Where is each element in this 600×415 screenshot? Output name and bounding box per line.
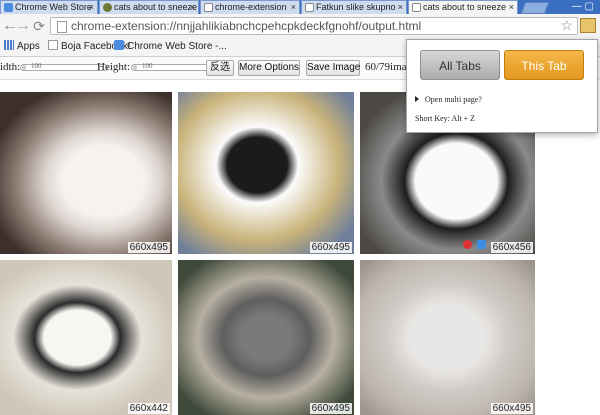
close-icon[interactable]: × — [190, 1, 195, 14]
image-tools — [461, 238, 486, 252]
height-label: Height: — [97, 61, 130, 73]
cat-photo[interactable]: 660x495 — [0, 92, 172, 254]
slider-value: 100 — [142, 62, 153, 70]
reload-icon[interactable]: ⟳ — [31, 17, 47, 35]
star-icon[interactable]: ☆ — [560, 17, 573, 34]
triangle-right-icon — [415, 96, 419, 102]
chrome-store-icon — [114, 40, 124, 50]
url-text[interactable]: chrome-extension://nnjjahlikiabnchcpehcp… — [71, 19, 421, 33]
tab-favicon-icon — [103, 3, 112, 12]
page-icon — [57, 21, 67, 33]
tab-title: Fatkun slike skupno — [316, 2, 396, 12]
forward-arrow-icon[interactable]: → — [15, 17, 31, 35]
tab-chrome-extension[interactable]: chrome-extension × — [200, 0, 300, 14]
browser-toolbar: ← → ⟳ chrome-extension://nnjjahlikiabnch… — [0, 14, 600, 39]
this-tab-button[interactable]: This Tab — [504, 50, 584, 80]
tab-title: chrome-extension — [215, 2, 287, 12]
bookmark-apps[interactable]: Apps — [4, 38, 40, 56]
slider-value: 100 — [31, 62, 42, 70]
width-slider[interactable]: 100 — [20, 62, 108, 71]
image-size-label: 660x495 — [127, 242, 170, 253]
image-size-label: 660x495 — [309, 403, 352, 414]
cat-photo[interactable]: 660x495 — [360, 260, 535, 415]
page-icon — [412, 3, 421, 12]
tab-fatkun[interactable]: Fatkun slike skupno × — [301, 0, 407, 14]
save-image-button[interactable]: Save Image — [306, 60, 360, 76]
address-bar[interactable]: chrome-extension://nnjjahlikiabnchcpehcp… — [50, 17, 578, 35]
cat-photo[interactable]: 660x495 — [178, 92, 354, 254]
open-multi-label: Open multi page? — [425, 95, 482, 104]
fatkun-extension-icon[interactable] — [580, 18, 596, 33]
page-icon — [204, 3, 213, 12]
tab-strip: Chrome Web Store × cats about to sneeze … — [0, 0, 600, 14]
tab-cats-about-to-sneeze-active[interactable]: cats about to sneeze × — [408, 0, 518, 14]
page-icon — [305, 3, 314, 12]
more-options-button[interactable]: More Options — [238, 60, 300, 76]
apps-icon — [4, 40, 14, 50]
invert-selection-button[interactable]: 反选 — [206, 60, 234, 76]
tab-title: Chrome Web Store — [15, 2, 92, 12]
fatkun-popup: All Tabs This Tab Open multi page? Short… — [406, 39, 598, 133]
bookmark-label: Chrome Web Store -... — [127, 41, 227, 52]
short-key-label: Short Key: Alt + Z — [415, 114, 476, 123]
search-image-icon[interactable] — [477, 240, 486, 249]
eye-icon[interactable] — [462, 240, 472, 249]
all-tabs-button[interactable]: All Tabs — [420, 50, 500, 80]
image-counter: 60/79imag — [365, 61, 413, 73]
window-controls[interactable]: — ▢ — [572, 1, 594, 12]
image-size-label: 660x495 — [309, 242, 352, 253]
close-icon[interactable]: × — [398, 1, 403, 14]
bookmark-page-icon — [48, 40, 58, 50]
tab-cats-about-to-sneeze[interactable]: cats about to sneeze × — [99, 0, 199, 14]
tab-title: cats about to sneeze — [114, 2, 198, 12]
new-tab-button[interactable] — [520, 2, 550, 14]
cat-photo[interactable]: 660x442 — [0, 260, 172, 415]
slider-knob[interactable] — [133, 65, 137, 70]
slider-knob[interactable] — [22, 65, 26, 70]
close-icon[interactable]: × — [89, 1, 94, 14]
bookmark-label: Apps — [17, 41, 40, 52]
image-size-label: 660x495 — [490, 403, 533, 414]
close-icon[interactable]: × — [291, 1, 296, 14]
close-icon[interactable]: × — [509, 1, 514, 14]
tab-title: cats about to sneeze — [423, 2, 507, 12]
image-size-label: 660x456 — [490, 242, 533, 253]
bookmark-chrome-web-store[interactable]: Chrome Web Store -... — [114, 38, 227, 56]
cat-photo[interactable]: 660x495 — [178, 260, 354, 415]
tab-chrome-web-store[interactable]: Chrome Web Store × — [0, 0, 98, 14]
image-size-label: 660x442 — [127, 403, 170, 414]
chrome-store-icon — [4, 3, 13, 12]
width-label: idth: — [0, 61, 21, 73]
open-multi-page-toggle[interactable]: Open multi page? — [415, 95, 482, 104]
